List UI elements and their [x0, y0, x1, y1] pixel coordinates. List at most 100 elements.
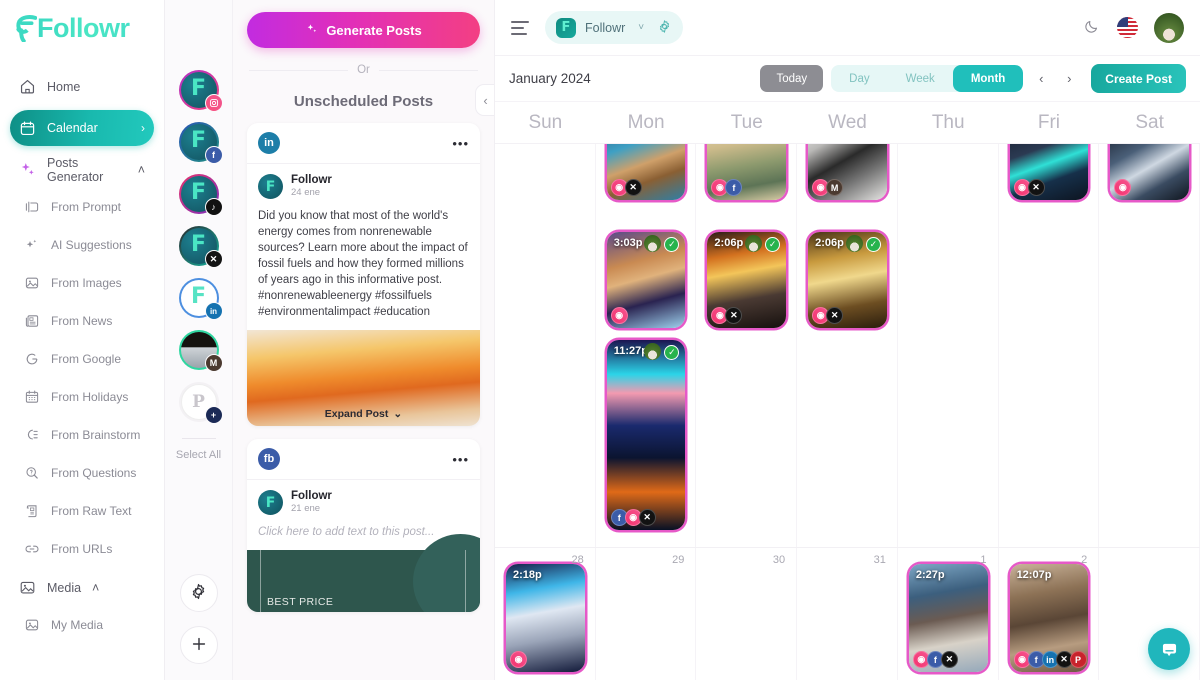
account-linkedin[interactable]: F in: [178, 278, 223, 320]
chat-bubble-icon[interactable]: [1148, 628, 1190, 670]
top-bar-actions: [1083, 12, 1184, 43]
holiday-calendar-icon: [24, 389, 40, 405]
create-post-button[interactable]: Create Post: [1091, 64, 1186, 93]
sidebar-group-posts-generator[interactable]: Posts Generator ˄: [10, 153, 154, 186]
week-divider: [495, 547, 1200, 548]
view-month-button[interactable]: Month: [952, 65, 1024, 92]
post-networks: ◉: [610, 307, 628, 324]
rail-settings-button[interactable]: [179, 574, 218, 612]
dow-tue: Tue: [730, 111, 763, 133]
account-medium[interactable]: M: [178, 330, 223, 372]
language-flag-icon[interactable]: [1117, 17, 1138, 38]
calendar-post[interactable]: ◉ ✕: [606, 144, 686, 200]
collapse-panel-button[interactable]: ‹: [475, 84, 494, 116]
rail-add-account-button[interactable]: [179, 626, 218, 664]
post-options-button[interactable]: •••: [452, 452, 469, 467]
post-date: 24 ene: [291, 187, 321, 198]
medium-icon: M: [204, 354, 223, 372]
post-options-button[interactable]: •••: [452, 136, 469, 151]
account-rail: F F f F ♪ F ✕ F in M P + Select All: [165, 0, 233, 680]
calendar-post[interactable]: ◉ f: [707, 144, 787, 200]
dow-wed: Wed: [828, 111, 867, 133]
calendar-post[interactable]: 2:06p ✓ ◉ ✕: [707, 232, 787, 328]
sidebar-item-from-holidays[interactable]: From Holidays: [10, 381, 154, 412]
workspace-settings-button[interactable]: [657, 19, 672, 37]
calendar-post[interactable]: ◉: [1110, 144, 1189, 200]
avatar: F: [258, 490, 283, 515]
unscheduled-post-card[interactable]: fb ••• F Followr 21 ene Click here to ad…: [247, 439, 480, 612]
expand-post-button[interactable]: Expand Post ⌄: [247, 402, 480, 426]
calendar-day-column[interactable]: [696, 144, 798, 680]
calendar-post[interactable]: 2:06p ✓ ◉ ✕: [808, 232, 887, 328]
hamburger-icon[interactable]: [511, 20, 529, 35]
post-author: F Followr 24 ene: [258, 174, 469, 199]
gear-icon: [190, 583, 207, 603]
sidebar-item-from-brainstorm[interactable]: From Brainstorm: [10, 419, 154, 450]
view-week-button[interactable]: Week: [888, 65, 953, 92]
app-logo[interactable]: Followr: [10, 0, 154, 56]
account-x[interactable]: F ✕: [178, 226, 223, 268]
moon-icon[interactable]: [1083, 17, 1101, 38]
post-networks: ◉: [1114, 179, 1132, 196]
sidebar-item-label: From News: [51, 313, 113, 328]
calendar-post[interactable]: ◉ ✕: [1009, 144, 1089, 200]
calendar-post[interactable]: 2:18p ◉: [506, 564, 585, 672]
sidebar-item-from-prompt[interactable]: From Prompt: [10, 191, 154, 222]
post-networks: ◉ ✕: [812, 307, 844, 324]
calendar-post[interactable]: 3:03p ✓ ◉: [606, 232, 686, 328]
avatar[interactable]: [1154, 12, 1184, 43]
sidebar-item-ai-suggestions[interactable]: AI Suggestions: [10, 229, 154, 260]
or-label: Or: [357, 64, 370, 76]
sidebar-item-calendar[interactable]: Calendar ›: [10, 110, 154, 146]
calendar-post[interactable]: 11:27p ✓ f ◉ ✕: [606, 340, 686, 530]
calendar-post[interactable]: ◉ M: [808, 144, 887, 200]
tiktok-icon: ♪: [204, 198, 223, 216]
logo-text: Followr: [37, 12, 130, 43]
main-area: F Followr ˅ January 2024 Today Day Week …: [495, 0, 1200, 680]
sidebar-item-from-urls[interactable]: From URLs: [10, 533, 154, 564]
calendar-grid[interactable]: ◉ ✕ ◉ f ◉ M ◉ ✕ ◉ 3:03p ✓ ◉ 2:06p ✓ ◉ ✕ 2:06p ✓ ◉ ✕ 11:27p ✓ f…: [495, 144, 1200, 680]
post-networks: ◉ f: [711, 179, 743, 196]
calendar-day-column[interactable]: [1099, 144, 1200, 680]
sidebar-item-home[interactable]: Home: [10, 70, 154, 103]
calendar-post[interactable]: 2:27p ◉ f ✕: [908, 564, 988, 672]
post-networks: ◉ M: [812, 179, 844, 196]
today-button[interactable]: Today: [760, 65, 824, 92]
post-author: F Followr 21 ene: [258, 490, 469, 515]
sidebar-item-from-raw-text[interactable]: From Raw Text: [10, 495, 154, 526]
sidebar-item-from-images[interactable]: From Images: [10, 267, 154, 298]
sidebar-group-media[interactable]: Media ˄: [10, 571, 154, 604]
calendar-post[interactable]: 12:07p ◉ f in ✕ P: [1009, 564, 1089, 672]
brainstorm-icon: [24, 427, 40, 443]
post-text: Did you know that most of the world's en…: [258, 210, 468, 318]
post-networks: ◉: [510, 651, 527, 668]
sidebar-item-label: From Prompt: [51, 199, 122, 214]
facebook-icon: fb: [258, 448, 280, 470]
workspace-selector[interactable]: F Followr ˅: [545, 11, 684, 44]
sidebar-item-from-news[interactable]: From News: [10, 305, 154, 336]
sidebar-item-from-questions[interactable]: From Questions: [10, 457, 154, 488]
account-instagram[interactable]: F: [178, 70, 223, 112]
post-card-body: F Followr 24 ene Did you know that most …: [247, 164, 480, 330]
next-month-button[interactable]: ›: [1059, 66, 1079, 92]
x-icon: ✕: [624, 179, 642, 196]
chevron-up-icon: ˄: [92, 580, 100, 595]
sidebar-item-from-google[interactable]: From Google: [10, 343, 154, 374]
post-image: BEST PRICE: [247, 534, 480, 612]
previous-month-button[interactable]: ‹: [1031, 66, 1051, 92]
select-all-button[interactable]: Select All: [176, 448, 221, 462]
generate-posts-button[interactable]: Generate Posts: [247, 12, 480, 48]
account-tiktok[interactable]: F ♪: [178, 174, 223, 216]
dow-thu: Thu: [931, 111, 965, 133]
post-time: 2:06p: [815, 237, 844, 249]
post-author-name: Followr: [291, 174, 332, 186]
calendar-day-column[interactable]: [797, 144, 898, 680]
view-day-button[interactable]: Day: [831, 65, 887, 92]
unscheduled-posts-title: Unscheduled Posts: [293, 93, 434, 110]
sidebar-item-my-media[interactable]: My Media: [10, 609, 154, 640]
account-facebook[interactable]: F f: [178, 122, 223, 164]
account-pinterest-add[interactable]: P +: [178, 382, 223, 424]
chevron-left-icon: ‹: [483, 92, 488, 108]
calendar-day-number: 30: [772, 554, 786, 566]
unscheduled-post-card[interactable]: in ••• F Followr 24 ene Did you know tha…: [247, 123, 480, 426]
